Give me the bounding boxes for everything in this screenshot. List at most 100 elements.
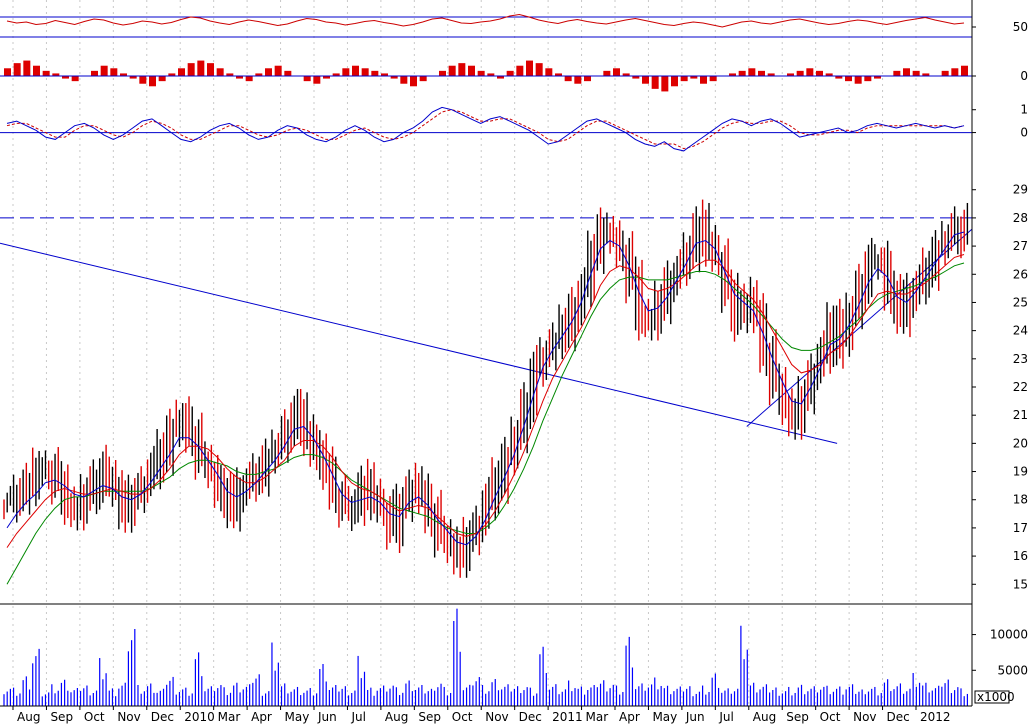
histogram-bar [651, 76, 659, 89]
histogram-bar [458, 63, 466, 76]
histogram-bar [313, 76, 321, 84]
histogram-bar [303, 76, 311, 82]
histogram-bar [941, 70, 949, 76]
histogram-bar [738, 70, 746, 76]
x-tick-label: 2011 [552, 710, 583, 724]
chart-background [0, 0, 1031, 724]
histogram-bar [854, 76, 862, 84]
histogram-bar [352, 65, 359, 76]
y-tick-label: 50 [1013, 20, 1028, 34]
histogram-bar [912, 70, 920, 76]
histogram-bar [187, 63, 195, 76]
x-tick-label: Mar [218, 710, 241, 724]
histogram-bar [42, 70, 50, 76]
y-tick-label: 23 [1013, 352, 1028, 366]
histogram-bar [284, 70, 292, 76]
histogram-bar [100, 65, 108, 76]
y-tick-label: 29 [1013, 183, 1028, 197]
histogram-bar [642, 76, 649, 84]
histogram-bar [671, 76, 678, 87]
histogram-bar [342, 68, 350, 76]
histogram-bar [71, 76, 79, 82]
histogram-bar [806, 68, 814, 76]
histogram-bar [410, 76, 417, 87]
histogram-bar [110, 68, 118, 76]
x-tick-label: Nov [485, 710, 508, 724]
x-tick-label: Nov [117, 710, 140, 724]
x-tick-label: Apr [251, 710, 272, 724]
histogram-bar [506, 70, 514, 76]
x-tick-label: Oct [820, 710, 841, 724]
y-tick-label: 26 [1013, 267, 1028, 281]
y-tick-label: 15 [1013, 577, 1028, 591]
x-tick-label: 2012 [920, 710, 951, 724]
histogram-bar [584, 76, 591, 82]
histogram-bar [903, 68, 910, 76]
histogram-bar [207, 63, 214, 76]
y-tick-label: 10000 [990, 628, 1028, 642]
y-tick-label: 27 [1013, 239, 1028, 253]
x-tick-label: Sep [786, 710, 809, 724]
x-tick-label: Dec [151, 710, 174, 724]
y-tick-label: 16 [1013, 549, 1028, 563]
x-tick-label: Sep [50, 710, 73, 724]
histogram-bar [516, 65, 524, 76]
histogram-bar [178, 68, 185, 76]
x-tick-label: Nov [853, 710, 876, 724]
volume-unit-label: x1000 [977, 690, 1015, 704]
y-tick-label: 19 [1013, 465, 1028, 479]
y-tick-label: 17 [1013, 521, 1028, 535]
histogram-bar [613, 68, 620, 76]
histogram-bar [603, 70, 611, 76]
x-tick-label: Oct [452, 710, 473, 724]
histogram-bar [477, 70, 485, 76]
histogram-bar [33, 65, 40, 76]
histogram-bar [758, 70, 765, 76]
histogram-bar [149, 76, 156, 87]
histogram-bar [216, 68, 224, 76]
histogram-bar [4, 68, 11, 76]
histogram-bar [439, 70, 446, 76]
y-tick-label: 22 [1013, 380, 1028, 394]
histogram-bar [526, 60, 533, 76]
x-tick-label: May [285, 710, 310, 724]
histogram-bar [680, 76, 688, 82]
histogram-bar [468, 65, 475, 76]
x-tick-label: Jul [718, 710, 733, 724]
histogram-bar [158, 76, 166, 82]
histogram-bar [139, 76, 147, 84]
y-tick-label: 28 [1013, 211, 1028, 225]
histogram-bar [864, 76, 872, 82]
histogram-bar [265, 68, 272, 76]
x-tick-label: Jun [317, 710, 337, 724]
histogram-bar [91, 70, 98, 76]
y-tick-label: 0 [1020, 126, 1028, 140]
histogram-bar [197, 60, 205, 76]
y-tick-label: 18 [1013, 493, 1028, 507]
histogram-bar [419, 76, 427, 82]
y-tick-label: 21 [1013, 408, 1028, 422]
x-tick-label: 2010 [184, 710, 215, 724]
histogram-bar [748, 68, 756, 76]
x-tick-label: Aug [385, 710, 408, 724]
y-tick-label: 1 [1020, 103, 1028, 117]
histogram-bar [564, 76, 572, 82]
histogram-bar [709, 76, 717, 82]
histogram-bar [361, 68, 369, 76]
histogram-bar [23, 60, 31, 76]
histogram-bar [816, 70, 823, 76]
histogram-bar [274, 65, 282, 76]
histogram-bar [700, 76, 707, 84]
histogram-bar [951, 68, 959, 76]
histogram-bar [13, 63, 21, 76]
x-tick-label: May [652, 710, 677, 724]
histogram-bar [371, 70, 379, 76]
histogram-bar [535, 63, 543, 76]
histogram-bar [845, 76, 852, 82]
y-tick-label: 20 [1013, 436, 1028, 450]
histogram-bar [574, 76, 582, 84]
y-tick-label: 5000 [997, 663, 1028, 677]
histogram-bar [961, 65, 968, 76]
histogram-bar [893, 70, 901, 76]
stock-chart: 50 0 1 0 15 16 17 18 19 20 21 22 23 24 25 26 27 28 29 5000 1… [0, 0, 1031, 724]
